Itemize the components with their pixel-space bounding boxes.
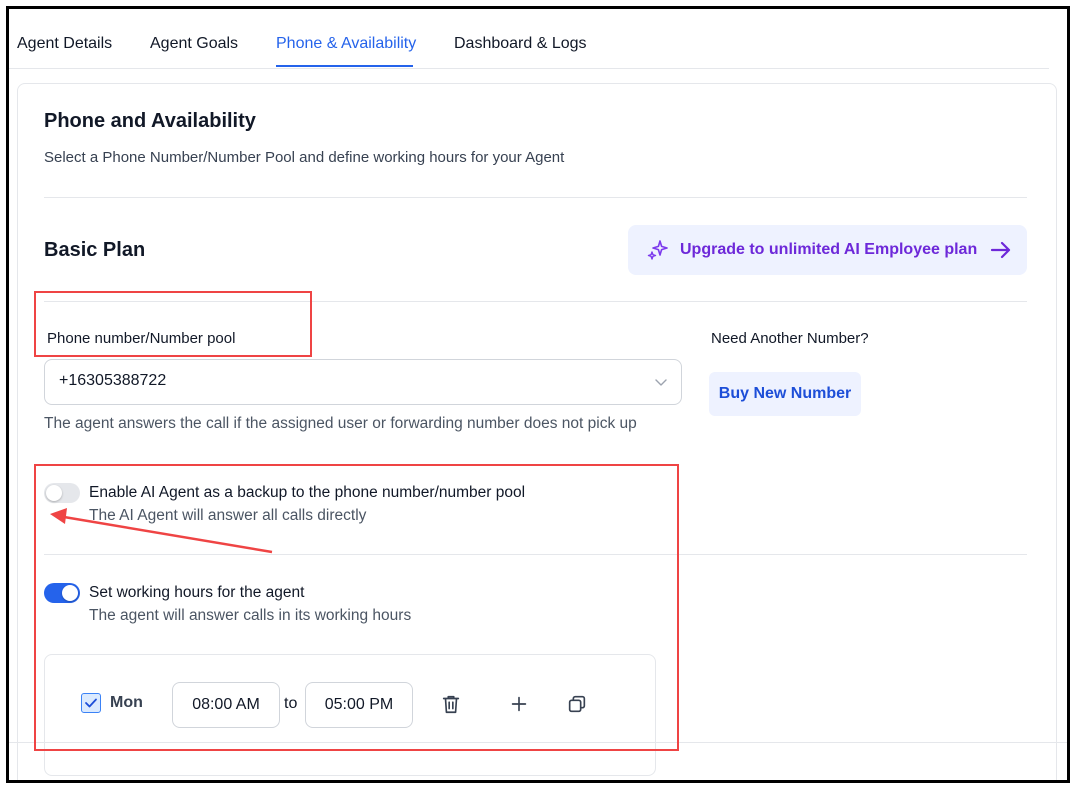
phone-number-value: +16305388722 [59,372,167,389]
tab-bar: Agent Details Agent Goals Phone & Availa… [9,9,1049,69]
active-tab-indicator [276,65,413,67]
upgrade-plan-label: Upgrade to unlimited AI Employee plan [680,241,978,258]
tab-agent-details[interactable]: Agent Details [17,35,112,53]
tab-agent-goals[interactable]: Agent Goals [150,35,238,53]
need-number-label: Need Another Number? [711,330,869,347]
buy-new-number-button[interactable]: Buy New Number [709,372,861,416]
screenshot-frame: Agent Details Agent Goals Phone & Availa… [6,6,1070,783]
tab-dashboard-logs[interactable]: Dashboard & Logs [454,35,587,53]
section-divider [44,197,1027,198]
page: Agent Details Agent Goals Phone & Availa… [9,9,1067,780]
arrow-right-icon [991,241,1011,259]
annotation-box-toggles [34,464,679,751]
section-subtitle: Select a Phone Number/Number Pool and de… [44,149,565,166]
plan-name: Basic Plan [44,239,146,261]
chevron-down-icon [655,379,667,386]
upgrade-plan-button[interactable]: Upgrade to unlimited AI Employee plan [628,225,1027,275]
annotation-box-phone-label [34,291,312,357]
sparkle-icon [647,240,668,260]
tab-phone-availability[interactable]: Phone & Availability [276,35,416,53]
phone-number-help: The agent answers the call if the assign… [44,415,637,432]
phone-number-select[interactable]: +16305388722 [44,359,682,405]
section-title: Phone and Availability [44,110,256,132]
